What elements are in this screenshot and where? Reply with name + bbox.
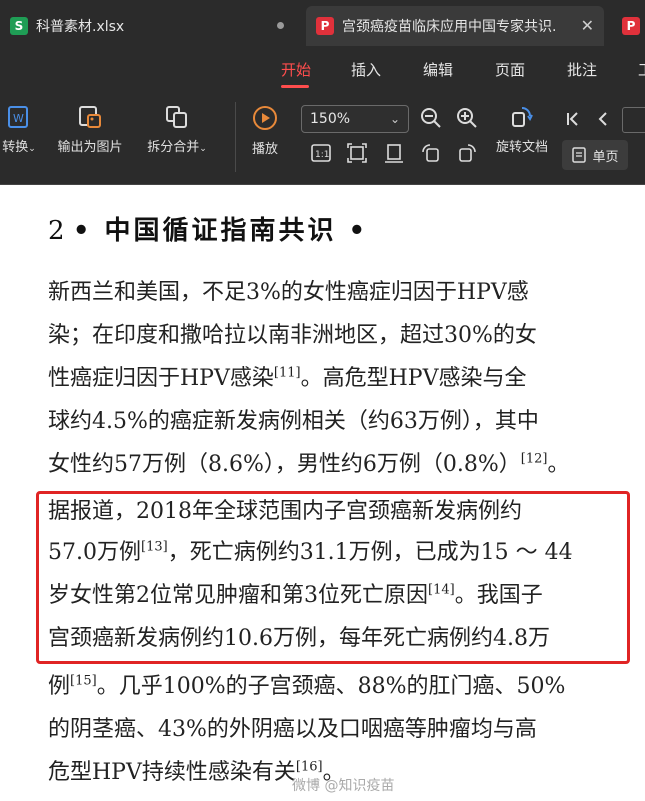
single-page-icon <box>572 147 587 163</box>
citation: [15] <box>70 673 97 689</box>
zoom-in-icon[interactable] <box>456 107 478 129</box>
chevron-down-icon: ⌄ <box>389 112 400 126</box>
close-icon[interactable]: ✕ <box>581 16 594 36</box>
svg-text:W: W <box>13 112 24 125</box>
tab-pdf-active[interactable]: P 宫颈癌疫苗临床应用中国专家共识. ✕ <box>306 6 604 46</box>
rotate-left-icon[interactable] <box>420 142 442 164</box>
convert-label: 转换 <box>2 140 29 155</box>
menu-page[interactable]: 页面 <box>495 59 525 80</box>
menu-comment[interactable]: 批注 <box>567 59 597 80</box>
single-page-button[interactable]: 单页 <box>562 140 628 170</box>
split-merge-icon <box>166 106 187 128</box>
fit-page-icon[interactable] <box>346 142 368 164</box>
split-merge-button[interactable]: 拆分合并⌄ <box>138 104 216 155</box>
zoom-out-icon[interactable] <box>420 107 442 129</box>
highlight-box <box>36 491 630 664</box>
text-line: 的阴茎癌、43%的外阴癌以及口咽癌等肿瘤均与高 <box>48 717 537 742</box>
split-merge-label: 拆分合并 <box>147 140 200 155</box>
zoom-select[interactable]: 150% ⌄ <box>301 105 409 133</box>
rotate-label: 旋转文档 <box>495 140 548 155</box>
image-export-icon <box>79 106 101 128</box>
citation: [12] <box>520 451 548 467</box>
toolbar-divider <box>235 102 236 172</box>
heading-number: 2 <box>48 216 65 246</box>
convert-icon: W <box>8 106 28 128</box>
spreadsheet-icon: S <box>10 17 28 35</box>
pdf-icon: P <box>316 17 334 35</box>
tab-xlsx[interactable]: S 科普素材.xlsx <box>0 6 300 46</box>
menu-insert[interactable]: 插入 <box>351 59 381 80</box>
text-line: 球约4.5%的癌症新发病例相关（约63万例），其中 <box>48 409 539 434</box>
play-button[interactable]: 播放 <box>244 104 286 157</box>
menu-home[interactable]: 开始 <box>281 59 311 80</box>
first-page-icon[interactable] <box>565 110 581 128</box>
text-line: 染；在印度和撒哈拉以南非洲地区，超过30%的女 <box>48 323 537 348</box>
section-heading: 2 • 中国循证指南共识 • <box>48 210 368 247</box>
tab-pdf-2[interactable]: P <box>612 6 645 46</box>
text-line: 女性约57万例（8.6%），男性约6万例（0.8%）[12]。 <box>48 451 570 477</box>
play-label: 播放 <box>251 142 278 157</box>
menu-tools[interactable]: 工 <box>638 59 645 80</box>
menu-bar: 开始 插入 编辑 页面 批注 工 <box>0 50 645 90</box>
actual-size-icon[interactable]: 1:1 <box>310 143 332 163</box>
citation: [16] <box>295 759 323 775</box>
single-page-label: 单页 <box>592 149 619 165</box>
pdf-icon: P <box>622 17 640 35</box>
export-image-label: 输出为图片 <box>57 140 123 155</box>
page-number-input[interactable] <box>622 107 645 133</box>
text-line: 例[15]。几乎100%的子宫颈癌、88%的肛门癌、50% <box>48 673 566 699</box>
tab-bar: S 科普素材.xlsx P 宫颈癌疫苗临床应用中国专家共识. ✕ P <box>0 0 645 50</box>
tab-label: 科普素材.xlsx <box>36 19 125 35</box>
play-icon <box>253 106 277 130</box>
rotate-icon <box>512 107 533 127</box>
rotate-right-icon[interactable] <box>456 142 478 164</box>
text-line: 新西兰和美国，不足3%的女性癌症归因于HPV感 <box>48 280 529 305</box>
watermark: 微博 @知识疫苗 <box>292 778 395 794</box>
rotate-document-button[interactable]: 旋转文档 <box>490 104 554 155</box>
convert-button[interactable]: W 转换⌄ <box>0 104 40 155</box>
text-line: 性癌症归因于HPV感染[11]。高危型HPV感染与全 <box>48 365 527 391</box>
zoom-value: 150% <box>310 111 351 127</box>
citation: [11] <box>273 365 301 381</box>
active-menu-indicator <box>281 85 309 88</box>
heading-text: • 中国循证指南共识 • <box>72 216 369 246</box>
menu-edit[interactable]: 编辑 <box>423 59 453 80</box>
previous-page-icon[interactable] <box>596 110 610 128</box>
export-image-button[interactable]: 输出为图片 <box>50 104 130 155</box>
fit-width-icon[interactable] <box>383 142 405 164</box>
unsaved-dot-icon <box>277 22 284 29</box>
svg-text:1:1: 1:1 <box>315 150 329 160</box>
tab-label: 宫颈癌疫苗临床应用中国专家共识. <box>342 19 557 35</box>
